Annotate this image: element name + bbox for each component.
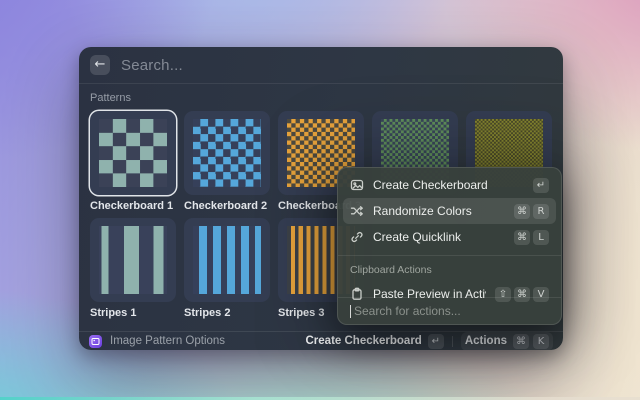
return-key-badge: ↵ [428, 334, 444, 349]
shuffle-icon [350, 204, 364, 218]
menu-item-keys: ⌘ L [514, 230, 549, 245]
tile-card[interactable] [90, 111, 176, 195]
tile-label: Checkerboard 1 [90, 200, 176, 216]
cmd-key-badge: ⌘ [514, 204, 530, 219]
primary-action-label: Create Checkerboard [306, 335, 422, 347]
search-bar: ← Search... [79, 47, 563, 84]
tile-card[interactable] [90, 218, 176, 302]
image-icon [350, 178, 364, 192]
stripes-pattern-preview [193, 226, 261, 294]
desktop-background: ← Search... Patterns Checkerboard 1 Chec… [0, 0, 640, 400]
checkerboard-pattern-preview [193, 119, 261, 187]
menu-item-create-quicklink[interactable]: Create Quicklink ⌘ L [343, 224, 556, 250]
tile-label: Stripes 1 [90, 307, 176, 323]
tile-checkerboard-1[interactable]: Checkerboard 1 [90, 111, 176, 216]
back-button[interactable]: ← [90, 55, 110, 75]
menu-item-keys: ↵ [533, 178, 549, 193]
actions-label: Actions [465, 335, 507, 347]
actions-button[interactable]: Actions ⌘ K [461, 332, 553, 351]
status-bar: Image Pattern Options Create Checkerboar… [79, 331, 563, 350]
menu-item-label: Randomize Colors [373, 204, 472, 218]
patterns-section-label: Patterns [90, 92, 552, 104]
stripes-pattern-preview [99, 226, 167, 294]
return-key-badge: ↵ [533, 178, 549, 193]
k-key-badge: K [533, 334, 549, 349]
primary-action-button[interactable]: Create Checkerboard ↵ [306, 334, 444, 349]
menu-item-label: Create Quicklink [373, 230, 461, 244]
text-caret [350, 305, 351, 318]
actions-search-input[interactable]: Search for actions... [338, 297, 561, 324]
tile-card[interactable] [184, 111, 270, 195]
menu-item-label: Create Checkerboard [373, 178, 488, 192]
menu-separator [338, 255, 561, 256]
clipboard-actions-section-label: Clipboard Actions [338, 261, 561, 281]
l-key-badge: L [533, 230, 549, 245]
tile-label: Checkerboard 2 [184, 200, 270, 216]
checkerboard-pattern-preview [99, 119, 167, 187]
search-input[interactable]: Search... [121, 57, 183, 74]
app-title: Image Pattern Options [110, 335, 225, 347]
tile-stripes-2[interactable]: Stripes 2 [184, 218, 270, 323]
menu-item-keys: ⌘ R [514, 204, 549, 219]
menu-item-create-checkerboard[interactable]: Create Checkerboard ↵ [343, 172, 556, 198]
actions-search-placeholder: Search for actions... [354, 304, 461, 318]
tile-stripes-1[interactable]: Stripes 1 [90, 218, 176, 323]
status-divider [452, 336, 453, 347]
menu-item-randomize-colors[interactable]: Randomize Colors ⌘ R [343, 198, 556, 224]
link-icon [350, 230, 364, 244]
cmd-key-badge: ⌘ [513, 334, 529, 349]
app-icon [89, 335, 102, 348]
tile-label: Stripes 2 [184, 307, 270, 323]
actions-menu: Create Checkerboard ↵ Randomize Colors ⌘… [337, 167, 562, 325]
cmd-key-badge: ⌘ [514, 230, 530, 245]
tile-card[interactable] [184, 218, 270, 302]
r-key-badge: R [533, 204, 549, 219]
back-arrow-icon: ← [95, 55, 106, 75]
status-right: Create Checkerboard ↵ Actions ⌘ K [306, 332, 554, 351]
tile-checkerboard-2[interactable]: Checkerboard 2 [184, 111, 270, 216]
